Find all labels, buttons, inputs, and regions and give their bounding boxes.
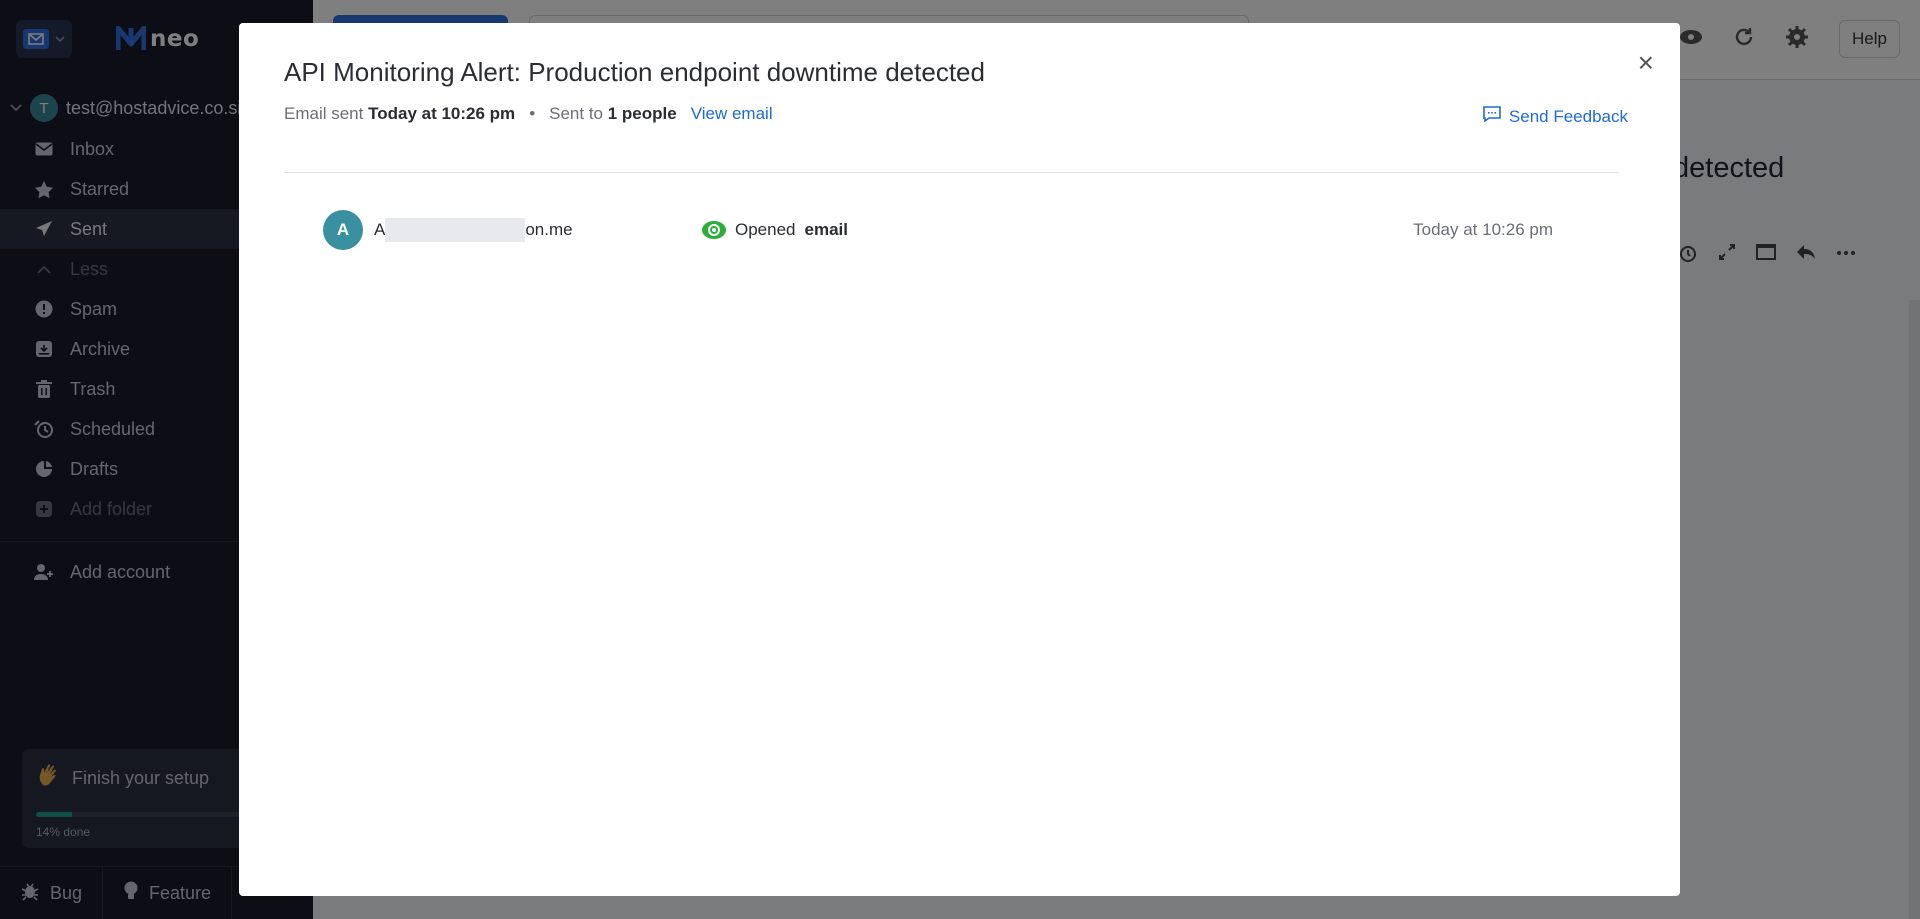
recipient-email-end: on.me [525, 220, 573, 239]
open-status: Opened email [702, 220, 848, 240]
recipient-email: A on.me [374, 218, 573, 242]
sent-time: Today at 10:26 pm [368, 104, 516, 123]
redacted-email-mask [385, 218, 526, 242]
recipient-count: 1 people [607, 104, 677, 123]
modal-title: API Monitoring Alert: Production endpoin… [284, 57, 985, 87]
modal-divider [284, 172, 1619, 173]
status-bold: email [804, 220, 848, 239]
send-feedback-label: Send Feedback [1508, 106, 1628, 126]
recipient-email-start: A [374, 220, 386, 239]
send-feedback-button[interactable]: Send Feedback [1483, 106, 1628, 127]
status-prefix: Opened [735, 220, 796, 239]
view-email-link[interactable]: View email [691, 104, 773, 124]
email-meta: Email sent Today at 10:26 pm • Sent to 1… [284, 104, 773, 124]
sent-to-prefix: Sent to [549, 104, 604, 123]
email-tracking-modal: API Monitoring Alert: Production endpoin… [239, 23, 1680, 896]
eye-icon [702, 221, 726, 239]
avatar: A [323, 210, 363, 250]
close-icon[interactable]: × [1638, 49, 1654, 77]
recipient-row: A A on.me Opened email Today at 10:26 pm [323, 209, 1553, 251]
sent-prefix: Email sent [284, 104, 364, 123]
separator-dot: • [529, 104, 536, 123]
feedback-icon [1483, 106, 1501, 127]
opened-timestamp: Today at 10:26 pm [1413, 220, 1553, 239]
